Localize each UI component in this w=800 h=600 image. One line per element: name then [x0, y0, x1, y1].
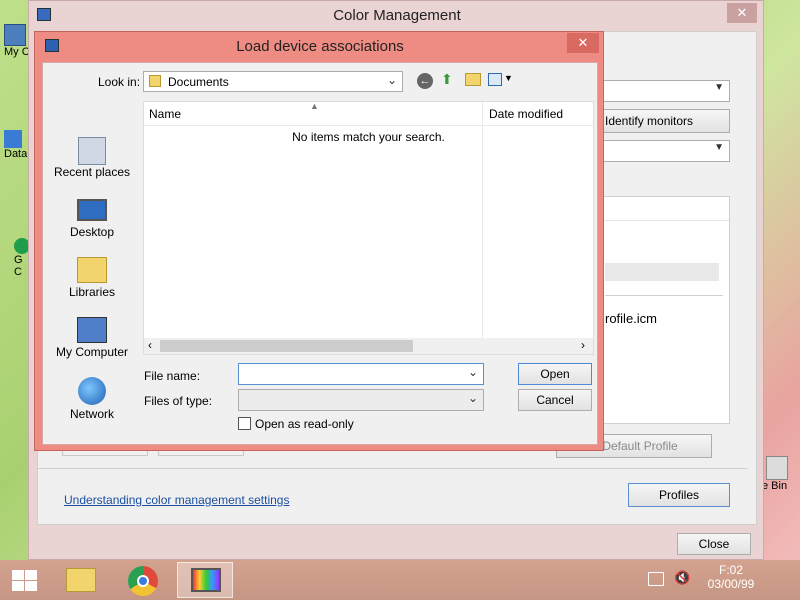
file-explorer-icon [66, 568, 96, 592]
profile-combo[interactable]: ▼ [598, 140, 730, 162]
clock-time: F:02 [718, 563, 743, 577]
sort-up-icon: ▲ [310, 101, 319, 111]
read-only-label[interactable]: Open as read-only [255, 417, 354, 431]
profile-file[interactable]: rofile.icm [605, 311, 657, 326]
chevron-down-icon: ⌄ [467, 365, 478, 379]
close-button[interactable]: Close [677, 533, 751, 555]
device-combo[interactable]: ▼ [598, 80, 730, 102]
color-management-icon [191, 568, 221, 592]
chrome-icon [128, 566, 158, 596]
places-bar: Recent places Desktop Libraries My Compu… [45, 101, 139, 441]
window-close-button[interactable]: ✕ [727, 3, 757, 23]
look-in-label: Look in: [98, 75, 141, 89]
recycle-bin-icon [766, 456, 788, 480]
scroll-right-icon[interactable]: › [581, 338, 585, 352]
dialog-close-button[interactable]: ✕ [567, 33, 599, 53]
empty-message: No items match your search. [292, 130, 445, 144]
close-icon: ✕ [736, 5, 748, 20]
start-icon [12, 570, 38, 592]
list-row-selected[interactable] [605, 263, 719, 281]
open-button[interactable]: Open [518, 363, 592, 385]
volume-muted-icon[interactable]: 🔇 [674, 570, 690, 586]
desktop-icon-label: e Bin [762, 480, 788, 492]
place-my-computer[interactable]: My Computer [49, 317, 135, 359]
desktop-icon-my-computer[interactable]: My C [4, 24, 30, 58]
profiles-button[interactable]: Profiles [628, 483, 730, 507]
column-name[interactable]: Name [149, 107, 181, 121]
chevron-down-icon: ▼ [504, 73, 513, 83]
desktop-icon-recycle-bin[interactable]: e Bin [762, 456, 788, 492]
view-menu-button[interactable]: ▼ [488, 72, 514, 88]
files-of-type-combo[interactable]: ⌄ [238, 389, 484, 411]
identify-monitors-button[interactable]: Identify monitors [598, 109, 730, 133]
understanding-settings-link[interactable]: Understanding color management settings [64, 493, 289, 507]
place-label: Desktop [69, 225, 115, 239]
taskbar: 🔇 F:02 03/00/99 [0, 560, 800, 600]
scroll-thumb[interactable] [160, 340, 413, 352]
chevron-down-icon: ⌄ [467, 391, 478, 405]
divider [605, 295, 723, 296]
network-status-icon[interactable] [648, 572, 664, 586]
look-in-value: Documents [168, 75, 229, 89]
shortcut-icon [4, 130, 22, 148]
divider [38, 468, 748, 469]
clock[interactable]: F:02 03/00/99 [700, 563, 762, 591]
view-icon [488, 73, 502, 86]
file-list[interactable]: Name ▲ Date modified No items match your… [143, 101, 594, 355]
scroll-left-icon[interactable]: ‹ [148, 338, 152, 352]
chrome-button[interactable] [118, 562, 168, 598]
list-header: Name ▲ Date modified [144, 101, 593, 338]
list-header [599, 197, 729, 221]
place-label: My Computer [55, 345, 129, 359]
chevron-down-icon: ⌄ [386, 73, 397, 87]
folder-icon [149, 75, 161, 87]
up-folder-icon: ⬆ [441, 71, 453, 87]
window-title: Color Management [333, 7, 461, 24]
dialog-body: Look in: Documents ⌄ ← ⬆ ▼ Recent places… [42, 62, 598, 445]
horizontal-scrollbar[interactable]: ‹ › [144, 338, 593, 354]
desktop-icon-label: Data [4, 148, 28, 160]
place-libraries[interactable]: Libraries [49, 257, 135, 299]
clock-date: 03/00/99 [707, 577, 755, 591]
desktop-icon [77, 199, 107, 221]
place-desktop[interactable]: Desktop [49, 199, 135, 239]
chevron-down-icon: ▼ [714, 82, 724, 93]
start-button[interactable] [0, 562, 50, 598]
file-name-label: File name: [144, 369, 201, 383]
place-label: Recent places [53, 165, 131, 179]
load-device-associations-dialog: Load device associations ✕ Look in: Docu… [34, 31, 604, 451]
recent-places-icon [78, 137, 106, 165]
libraries-icon [77, 257, 107, 283]
up-folder-button[interactable]: ⬆ [441, 71, 453, 88]
back-arrow-icon: ← [419, 75, 431, 87]
back-button[interactable]: ← [417, 73, 433, 89]
place-network[interactable]: Network [49, 377, 135, 421]
profiles-list[interactable]: rofile.icm [598, 196, 730, 424]
dialog-title: Load device associations [236, 38, 404, 55]
close-icon: ✕ [577, 35, 589, 50]
read-only-checkbox[interactable] [238, 417, 251, 430]
place-recent-places[interactable]: Recent places [49, 137, 135, 179]
place-label: Network [69, 407, 114, 421]
file-name-input[interactable]: ⌄ [238, 363, 484, 385]
cancel-button[interactable]: Cancel [518, 389, 592, 411]
my-computer-icon [77, 317, 107, 343]
network-icon [78, 377, 106, 405]
place-label: Libraries [68, 285, 116, 299]
new-folder-button[interactable] [465, 73, 481, 86]
computer-icon [4, 24, 26, 46]
desktop-icon-label: My C [4, 46, 30, 58]
files-of-type-label: Files of type: [144, 394, 213, 408]
desktop-icon-data[interactable]: Data [4, 130, 27, 160]
color-management-taskbar-button[interactable] [177, 562, 233, 598]
column-date-modified[interactable]: Date modified [489, 107, 563, 121]
look-in-combo[interactable]: Documents ⌄ [143, 71, 403, 92]
file-explorer-button[interactable] [56, 562, 106, 598]
chevron-down-icon: ▼ [714, 142, 724, 153]
